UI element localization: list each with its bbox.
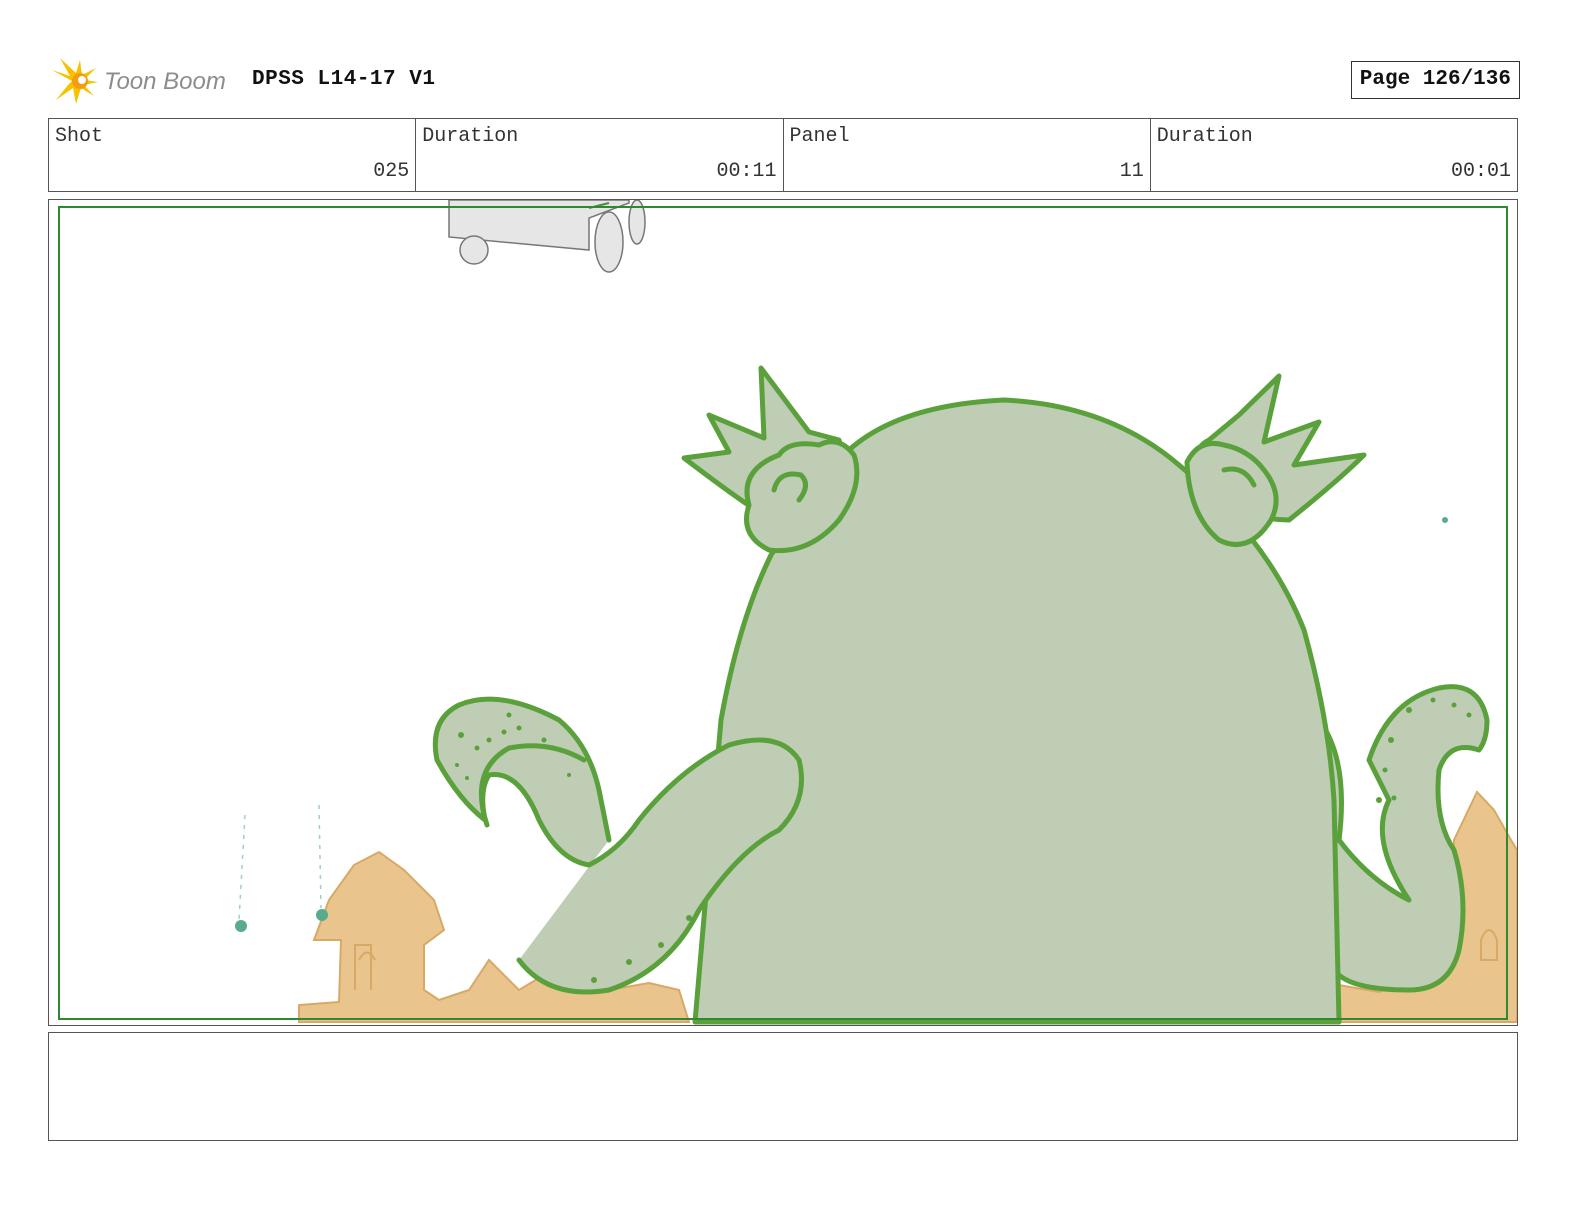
shot-duration-cell: Duration 00:11 bbox=[416, 119, 784, 191]
storyboard-header: Toon Boom DPSS L14-17 V1 Page 126/136 bbox=[48, 56, 1520, 106]
project-title: DPSS L14-17 V1 bbox=[252, 68, 436, 91]
shot-duration-value: 00:11 bbox=[716, 160, 777, 183]
cart bbox=[448, 200, 646, 273]
drop-trails bbox=[238, 804, 322, 921]
panel-label: Panel bbox=[789, 125, 850, 148]
panel-cell: Panel 11 bbox=[784, 119, 1151, 191]
storyboard-panel bbox=[48, 199, 1518, 1026]
panel-notes bbox=[48, 1032, 1518, 1141]
svg-text:Toon Boom: Toon Boom bbox=[104, 68, 226, 95]
panel-duration-cell: Duration 00:01 bbox=[1151, 119, 1517, 191]
shot-label: Shot bbox=[55, 125, 104, 148]
shot-cell: Shot 025 bbox=[49, 119, 417, 191]
creature bbox=[432, 365, 1490, 1025]
panel-duration-label: Duration bbox=[1156, 125, 1253, 148]
starburst-icon bbox=[52, 58, 98, 104]
page-indicator: Page 126/136 bbox=[1350, 61, 1520, 99]
shot-value: 025 bbox=[373, 160, 410, 183]
toon-boom-logo: Toon Boom bbox=[50, 56, 240, 106]
shot-info-table: Shot 025 Duration 00:11 Panel 11 Duratio… bbox=[48, 118, 1518, 192]
panel-duration-value: 00:01 bbox=[1450, 160, 1511, 183]
shot-duration-label: Duration bbox=[422, 125, 519, 148]
panel-drawing bbox=[58, 200, 1517, 1025]
panel-value: 11 bbox=[1119, 160, 1144, 183]
